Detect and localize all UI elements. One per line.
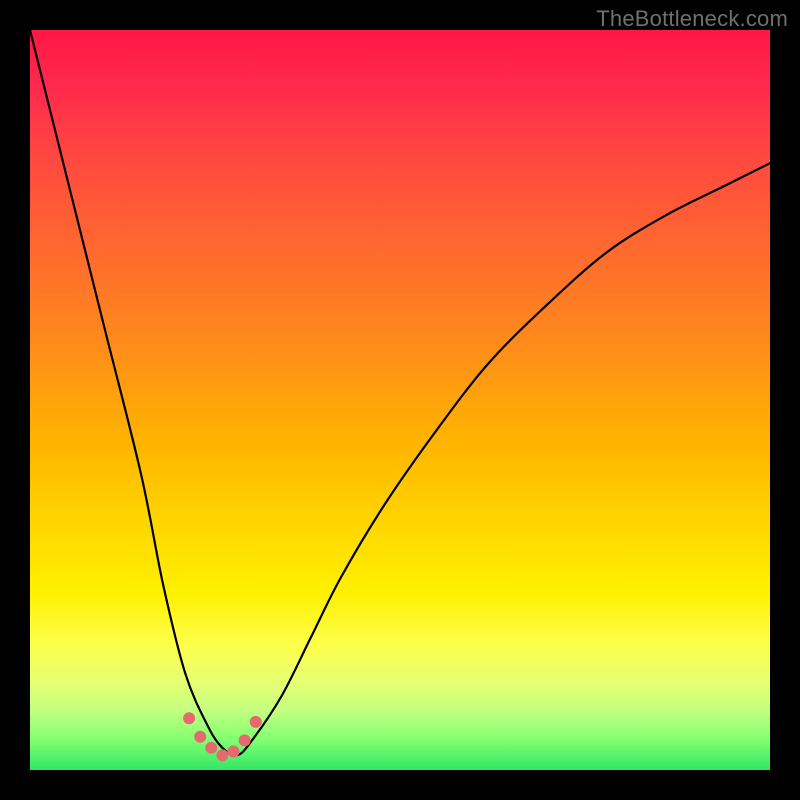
- trough-marker: [183, 712, 195, 724]
- trough-marker: [239, 734, 251, 746]
- chart-frame: TheBottleneck.com: [0, 0, 800, 800]
- trough-markers: [183, 712, 262, 761]
- bottleneck-curve: [30, 30, 770, 755]
- watermark-text: TheBottleneck.com: [596, 6, 788, 32]
- curve-svg: [30, 30, 770, 770]
- trough-marker: [194, 731, 206, 743]
- trough-marker: [205, 742, 217, 754]
- trough-marker: [228, 746, 240, 758]
- plot-area: [30, 30, 770, 770]
- trough-marker: [250, 716, 262, 728]
- trough-marker: [216, 749, 228, 761]
